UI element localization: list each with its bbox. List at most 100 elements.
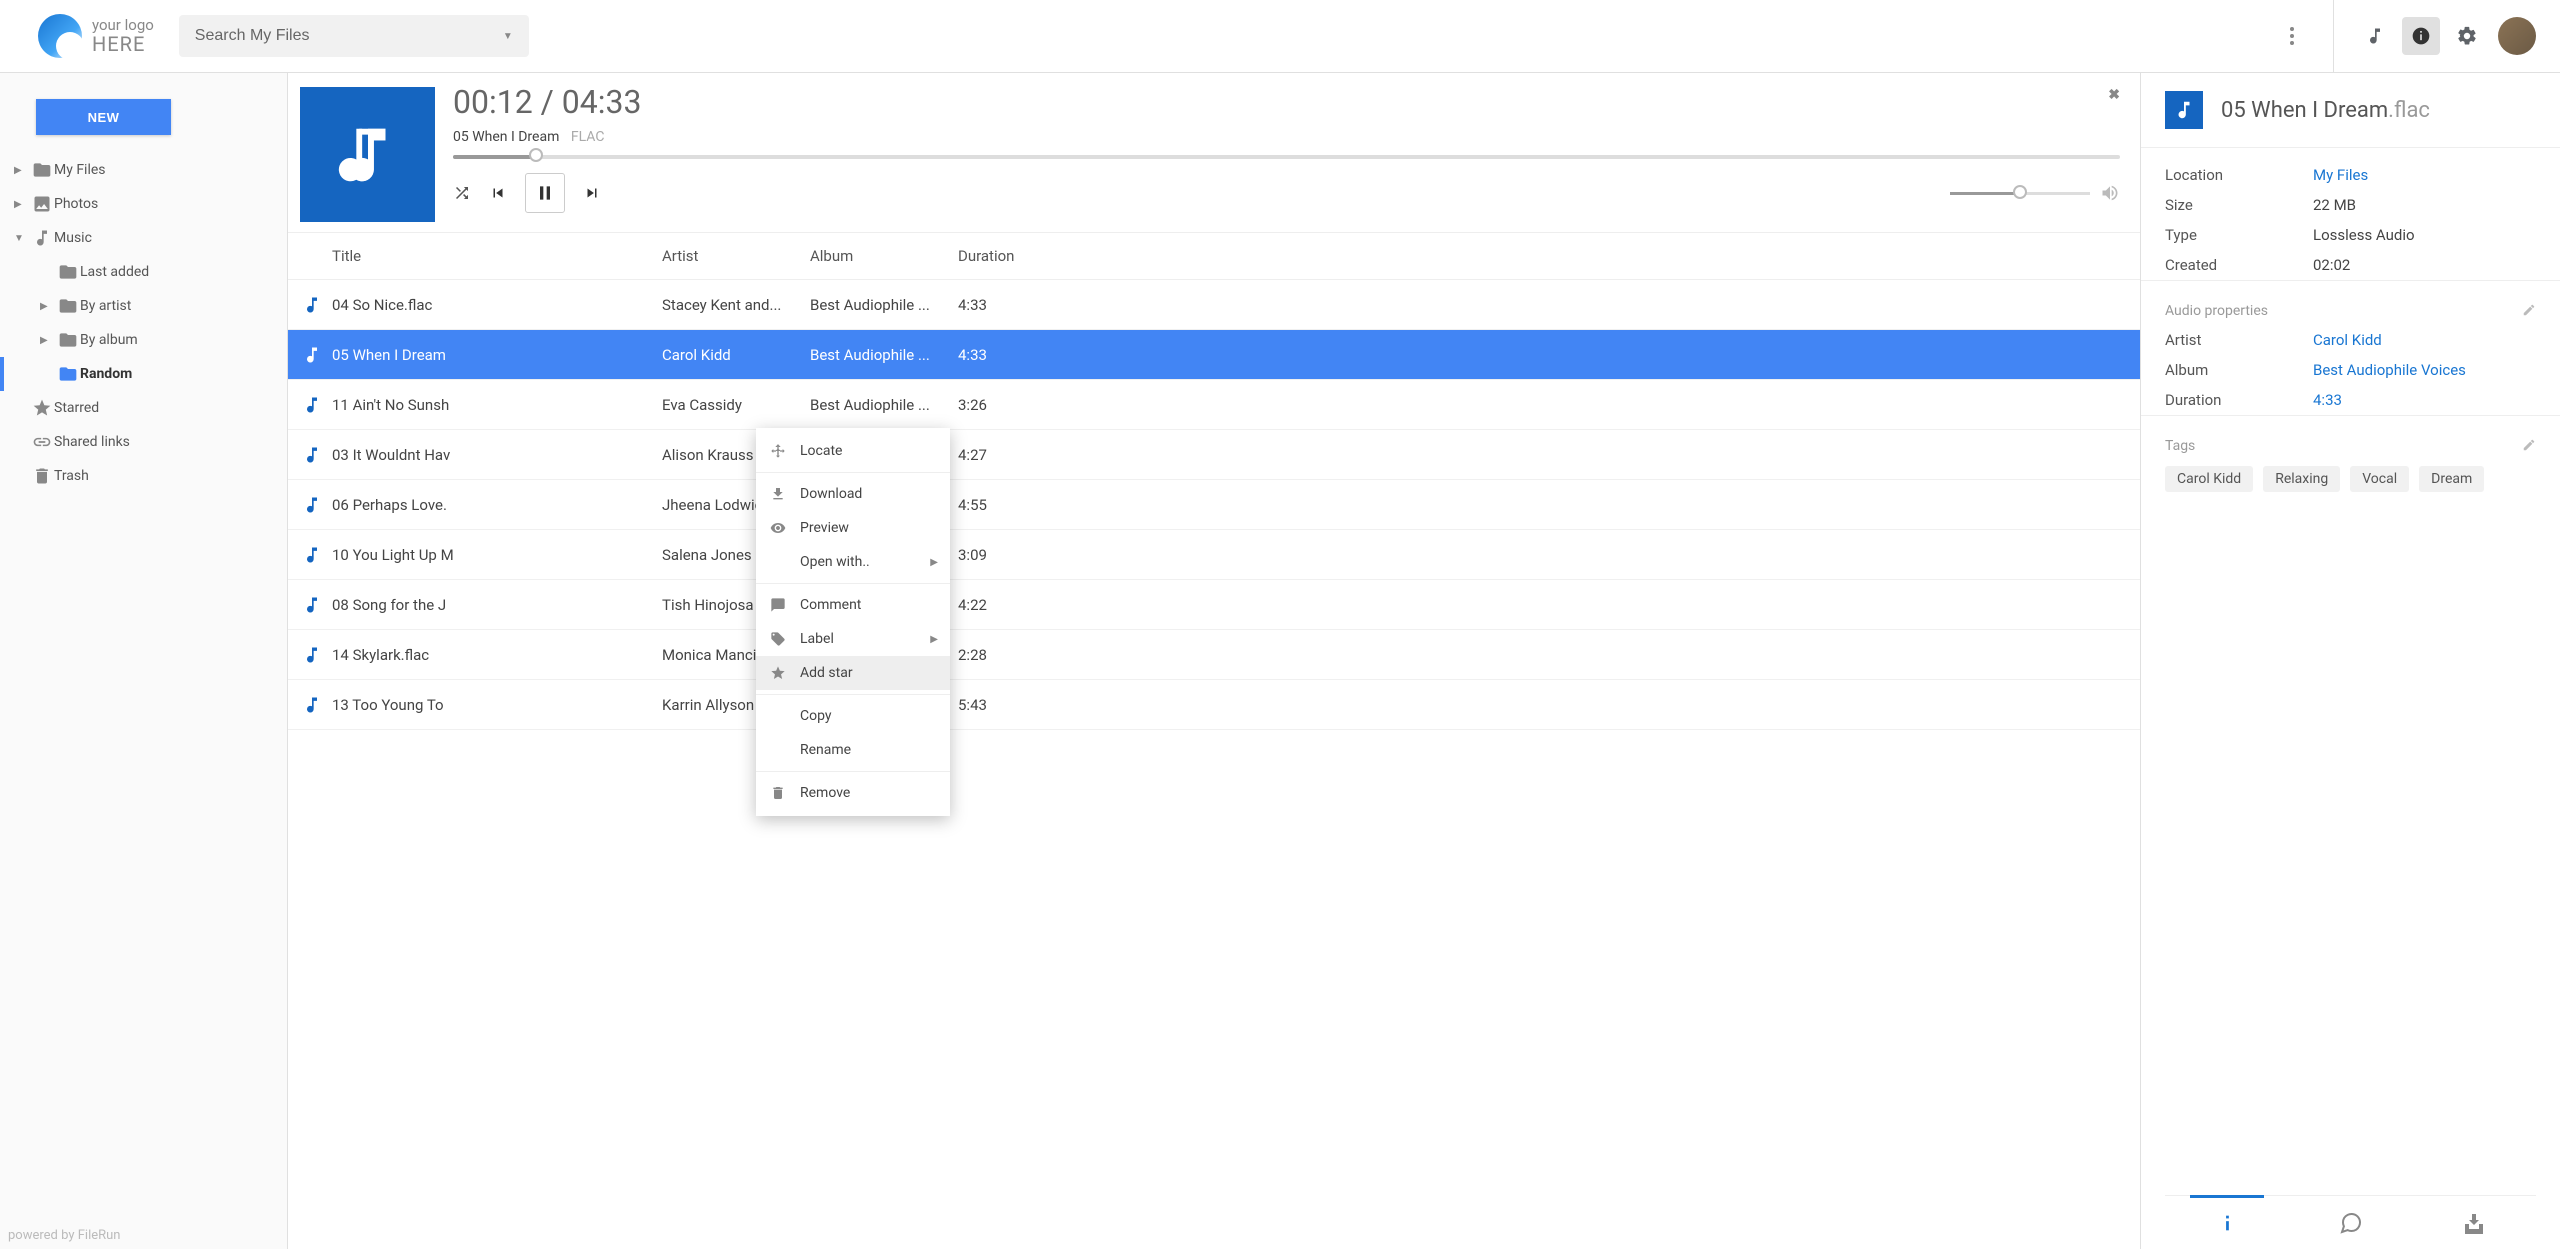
music-panel-icon[interactable] bbox=[2356, 17, 2394, 55]
sidebar-item-trash[interactable]: Trash bbox=[0, 459, 287, 493]
tag[interactable]: Carol Kidd bbox=[2165, 466, 2253, 492]
cell-title: 05 When I Dream bbox=[332, 346, 662, 364]
details-tab-comments[interactable] bbox=[2289, 1196, 2413, 1249]
volume-icon[interactable] bbox=[2100, 183, 2120, 203]
detail-row: TypeLossless Audio bbox=[2165, 220, 2536, 250]
tag[interactable]: Vocal bbox=[2350, 466, 2409, 492]
detail-row: Duration4:33 bbox=[2165, 385, 2536, 415]
table-row[interactable]: 04 So Nice.flacStacey Kent and...Best Au… bbox=[288, 280, 2140, 330]
sidebar-item-random[interactable]: Random bbox=[0, 357, 287, 391]
tag-icon bbox=[770, 631, 800, 647]
chevron-icon[interactable]: ▼ bbox=[14, 233, 32, 244]
ctx-remove[interactable]: Remove bbox=[756, 776, 950, 810]
sidebar-item-starred[interactable]: Starred bbox=[0, 391, 287, 425]
detail-value[interactable]: Best Audiophile Voices bbox=[2313, 361, 2466, 379]
sidebar-item-by-album[interactable]: ▶By album bbox=[0, 323, 287, 357]
ctx-comment[interactable]: Comment bbox=[756, 588, 950, 622]
ctx-label: Locate bbox=[800, 443, 842, 459]
music-file-icon bbox=[302, 545, 332, 565]
new-button[interactable]: NEW bbox=[36, 99, 171, 135]
search-dropdown-icon[interactable]: ▼ bbox=[503, 31, 513, 42]
sidebar-item-photos[interactable]: ▶Photos bbox=[0, 187, 287, 221]
header-artist[interactable]: Artist bbox=[662, 247, 810, 265]
ctx-locate[interactable]: Locate bbox=[756, 434, 950, 468]
sidebar-item-my-files[interactable]: ▶My Files bbox=[0, 153, 287, 187]
ctx-rename[interactable]: Rename bbox=[756, 733, 950, 767]
logo-text: your logo HERE bbox=[92, 17, 154, 56]
tags-section: Tags bbox=[2165, 428, 2536, 460]
volume-slider[interactable] bbox=[1950, 192, 2090, 195]
settings-icon[interactable] bbox=[2448, 17, 2486, 55]
music-icon bbox=[32, 228, 54, 248]
prev-button[interactable] bbox=[489, 184, 507, 202]
chevron-icon[interactable]: ▶ bbox=[14, 199, 32, 210]
folder-icon bbox=[32, 160, 54, 180]
cell-title: 14 Skylark.flac bbox=[332, 646, 662, 664]
ctx-copy[interactable]: Copy bbox=[756, 699, 950, 733]
submenu-arrow-icon: ▶ bbox=[930, 634, 938, 645]
detail-label: Size bbox=[2165, 196, 2313, 214]
search-input[interactable] bbox=[195, 27, 503, 45]
table-header: Title Artist Album Duration bbox=[288, 233, 2140, 280]
trash-icon bbox=[770, 785, 800, 801]
progress-bar[interactable] bbox=[453, 155, 2120, 159]
table-row[interactable]: 14 Skylark.flacMonica ManciniBest Audiop… bbox=[288, 630, 2140, 680]
details-tab-info[interactable] bbox=[2165, 1196, 2289, 1249]
header-title[interactable]: Title bbox=[332, 247, 662, 265]
table-row[interactable]: 13 Too Young ToKarrin AllysonBest Audiop… bbox=[288, 680, 2140, 730]
table-row[interactable]: 08 Song for the JTish HinojosaBest Audio… bbox=[288, 580, 2140, 630]
table-row[interactable]: 03 It Wouldnt HavAlison KraussBest Audio… bbox=[288, 430, 2140, 480]
ctx-label[interactable]: Label▶ bbox=[756, 622, 950, 656]
sidebar-item-shared-links[interactable]: Shared links bbox=[0, 425, 287, 459]
header-duration[interactable]: Duration bbox=[958, 247, 1048, 265]
logo[interactable]: your logo HERE bbox=[0, 14, 179, 58]
ctx-download[interactable]: Download bbox=[756, 477, 950, 511]
sidebar-item-by-artist[interactable]: ▶By artist bbox=[0, 289, 287, 323]
search-box[interactable]: ▼ bbox=[179, 15, 529, 57]
ctx-open-with-[interactable]: Open with..▶ bbox=[756, 545, 950, 579]
sidebar-item-label: Music bbox=[54, 230, 92, 246]
edit-audio-icon[interactable] bbox=[2522, 303, 2536, 317]
album-art bbox=[300, 87, 435, 222]
detail-value: 02:02 bbox=[2313, 256, 2350, 274]
sidebar-item-music[interactable]: ▼ Music bbox=[0, 221, 287, 255]
next-button[interactable] bbox=[583, 184, 601, 202]
details-tab-download[interactable] bbox=[2412, 1196, 2536, 1249]
ctx-preview[interactable]: Preview bbox=[756, 511, 950, 545]
chevron-icon[interactable]: ▶ bbox=[40, 301, 58, 312]
table-row[interactable]: 10 You Light Up MSalena JonesBest Audiop… bbox=[288, 530, 2140, 580]
tag[interactable]: Relaxing bbox=[2263, 466, 2340, 492]
detail-value[interactable]: 4:33 bbox=[2313, 391, 2342, 409]
ctx-add-star[interactable]: Add star bbox=[756, 656, 950, 690]
cell-title: 13 Too Young To bbox=[332, 696, 662, 714]
sidebar-item-last-added[interactable]: Last added bbox=[0, 255, 287, 289]
cell-album: Best Audiophile ... bbox=[810, 296, 958, 314]
image-icon bbox=[32, 194, 54, 214]
info-panel-icon[interactable] bbox=[2402, 17, 2440, 55]
download-icon bbox=[770, 486, 800, 502]
track-table: Title Artist Album Duration 04 So Nice.f… bbox=[288, 233, 2140, 1249]
player-bar: ✖ 00:12 / 04:33 05 When I Dream FLAC bbox=[288, 73, 2140, 233]
music-file-icon bbox=[302, 295, 332, 315]
table-row[interactable]: 06 Perhaps Love.Jheena LodwickBest Audio… bbox=[288, 480, 2140, 530]
shuffle-button[interactable] bbox=[453, 184, 471, 202]
edit-tags-icon[interactable] bbox=[2522, 438, 2536, 452]
detail-value[interactable]: My Files bbox=[2313, 166, 2368, 184]
powered-by: powered by FileRun bbox=[8, 1228, 120, 1243]
locate-icon bbox=[770, 443, 800, 459]
header-album[interactable]: Album bbox=[810, 247, 958, 265]
chevron-icon[interactable]: ▶ bbox=[14, 165, 32, 176]
chevron-icon[interactable]: ▶ bbox=[40, 335, 58, 346]
detail-value[interactable]: Carol Kidd bbox=[2313, 331, 2382, 349]
cell-artist: Eva Cassidy bbox=[662, 396, 810, 414]
more-icon[interactable] bbox=[2273, 17, 2311, 55]
user-avatar[interactable] bbox=[2498, 17, 2536, 55]
comment-icon bbox=[770, 597, 800, 613]
detail-label: Album bbox=[2165, 361, 2313, 379]
table-row[interactable]: 05 When I DreamCarol KiddBest Audiophile… bbox=[288, 330, 2140, 380]
table-row[interactable]: 11 Ain't No SunshEva CassidyBest Audioph… bbox=[288, 380, 2140, 430]
pause-button[interactable] bbox=[525, 173, 565, 213]
cell-title: 10 You Light Up M bbox=[332, 546, 662, 564]
player-close-icon[interactable]: ✖ bbox=[2108, 87, 2120, 103]
tag[interactable]: Dream bbox=[2419, 466, 2484, 492]
